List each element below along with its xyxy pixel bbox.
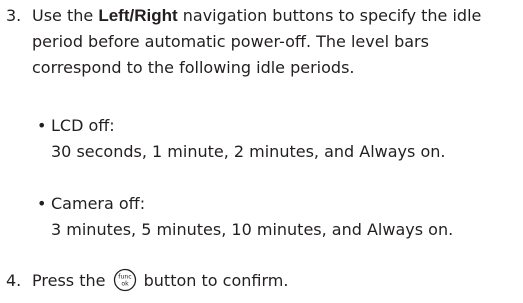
step-text-before: Use the xyxy=(32,6,99,25)
bullet-dot-icon: • xyxy=(37,194,47,213)
bullet-detail: 3 minutes, 5 minutes, 10 minutes, and Al… xyxy=(51,220,454,239)
step-3-text: Use the Left/Right navigation buttons to… xyxy=(32,3,516,81)
bullet-title: LCD off: xyxy=(51,116,115,135)
list-item-lcd-off: • LCD off: 30 seconds, 1 minute, 2 minut… xyxy=(37,113,517,165)
step-4-text: Press the func ok button to confirm. xyxy=(32,268,516,294)
step-number: 4. xyxy=(6,271,22,290)
bullet-title: Camera off: xyxy=(51,194,146,213)
step-number: 3. xyxy=(6,6,22,25)
left-right-label: Left/Right xyxy=(98,6,178,25)
func-ok-button-icon: func ok xyxy=(113,268,136,292)
icon-text-func: func xyxy=(118,274,132,281)
manual-page: 3. Use the Left/Right navigation buttons… xyxy=(0,0,523,303)
bullet-detail: 30 seconds, 1 minute, 2 minutes, and Alw… xyxy=(51,142,446,161)
list-item-camera-off: • Camera off: 3 minutes, 5 minutes, 10 m… xyxy=(37,191,517,243)
icon-text-ok: ok xyxy=(121,281,129,288)
step-4: 4. Press the func ok button to confirm. xyxy=(6,268,516,294)
step-text-after: button to confirm. xyxy=(138,271,289,290)
step-text-before: Press the xyxy=(32,271,111,290)
step-3: 3. Use the Left/Right navigation buttons… xyxy=(6,3,516,81)
bullet-dot-icon: • xyxy=(37,116,47,135)
